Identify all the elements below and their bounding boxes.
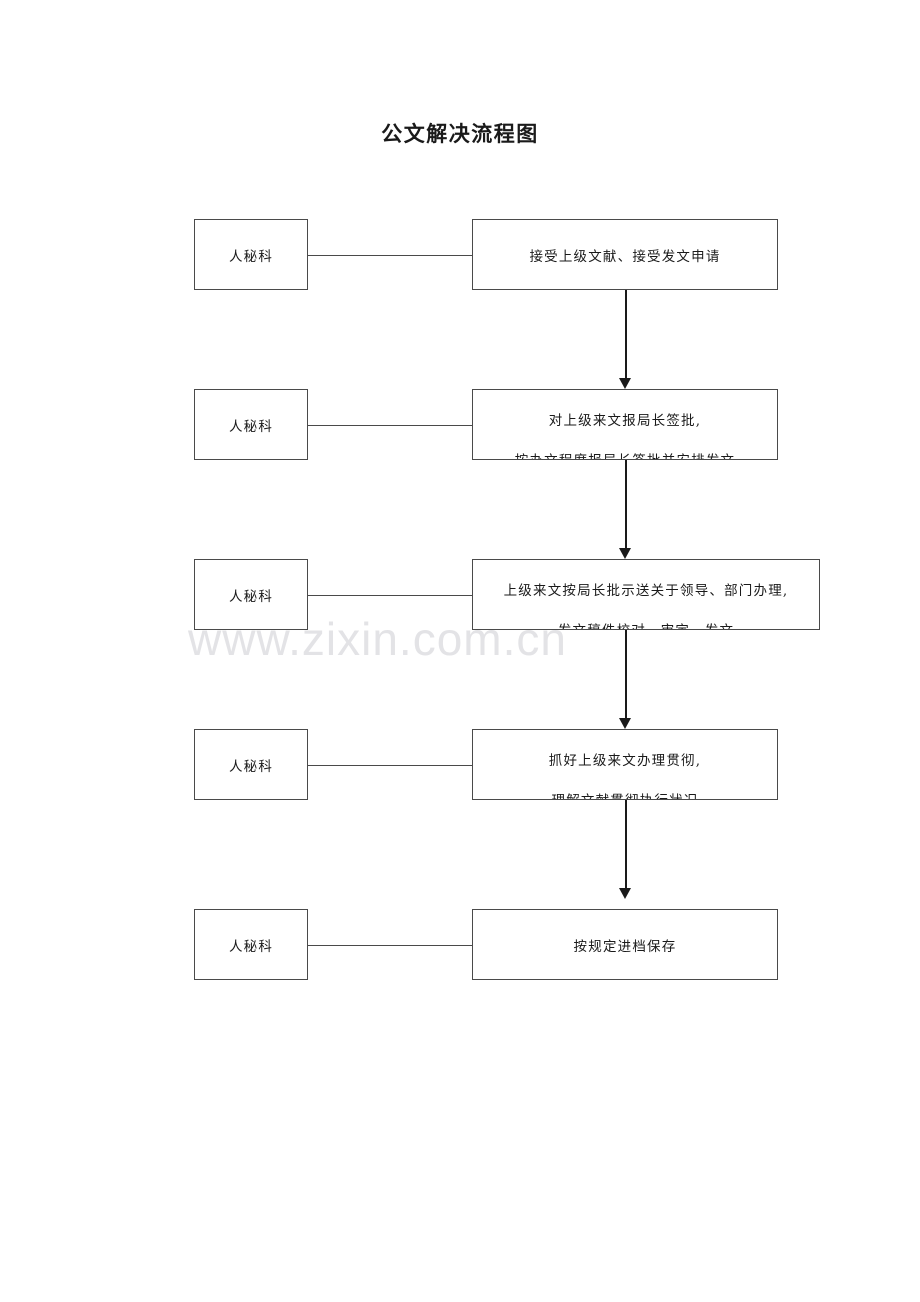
task-box-2[interactable]: 对上级来文报局长签批, 按办文程度报局长签批并安排发文: [472, 389, 778, 460]
connector-arrow-1-2: [625, 290, 627, 385]
arrow-head-1-2-icon: [619, 378, 631, 389]
task-box-5[interactable]: 按规定进档保存: [472, 909, 778, 980]
actor-label-3: 人秘科: [228, 589, 274, 605]
actor-box-3[interactable]: 人秘科: [194, 559, 308, 630]
task-label-4-line1: 抓好上级来文办理贯彻,: [548, 753, 702, 769]
actor-label-4: 人秘科: [228, 759, 274, 775]
actor-box-1[interactable]: 人秘科: [194, 219, 308, 290]
task-label-5-line1: 按规定进档保存: [573, 939, 677, 955]
page-title: 公文解决流程图: [381, 121, 539, 146]
connector-arrow-4-5: [625, 800, 627, 895]
task-box-1[interactable]: 接受上级文献、接受发文申请: [472, 219, 778, 290]
actor-box-2[interactable]: 人秘科: [194, 389, 308, 460]
connector-horizontal-2: [307, 425, 473, 426]
task-label-4-line2: 理解文献贯彻执行状况: [473, 789, 777, 799]
task-label-3-line2: 发文稿件校对、审定、发文: [473, 619, 819, 629]
actor-label-5: 人秘科: [228, 939, 274, 955]
connector-arrow-3-4: [625, 630, 627, 725]
connector-horizontal-1: [307, 255, 473, 256]
actor-label-1: 人秘科: [228, 249, 274, 265]
connector-arrow-2-3: [625, 460, 627, 555]
connector-horizontal-4: [307, 765, 473, 766]
task-label-2-line2: 按办文程度报局长签批并安排发文: [473, 449, 777, 459]
arrow-head-4-5-icon: [619, 888, 631, 899]
flowchart-page: 公文解决流程图 人秘科 接受上级文献、接受发文申请 人秘科 对上级来文报局长签批…: [0, 0, 920, 1302]
connector-horizontal-3: [307, 595, 473, 596]
task-box-4[interactable]: 抓好上级来文办理贯彻, 理解文献贯彻执行状况: [472, 729, 778, 800]
task-label-2-line1: 对上级来文报局长签批,: [548, 413, 702, 429]
arrow-head-3-4-icon: [619, 718, 631, 729]
connector-horizontal-5: [307, 945, 473, 946]
task-box-3[interactable]: 上级来文按局长批示送关于领导、部门办理, 发文稿件校对、审定、发文: [472, 559, 820, 630]
actor-box-5[interactable]: 人秘科: [194, 909, 308, 980]
arrow-head-2-3-icon: [619, 548, 631, 559]
task-label-1-line1: 接受上级文献、接受发文申请: [529, 249, 721, 265]
actor-label-2: 人秘科: [228, 419, 274, 435]
actor-box-4[interactable]: 人秘科: [194, 729, 308, 800]
task-label-3-line1: 上级来文按局长批示送关于领导、部门办理,: [503, 583, 789, 599]
